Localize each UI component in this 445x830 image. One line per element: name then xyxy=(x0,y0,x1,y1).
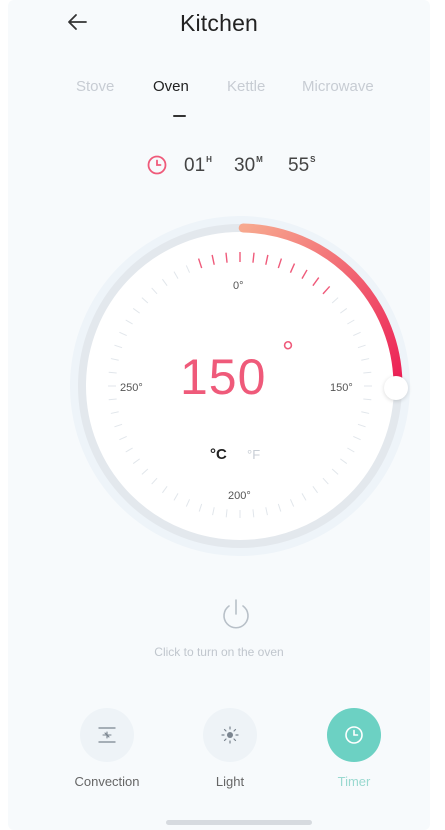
timer-seconds: 55S xyxy=(288,155,316,176)
convection-label: Convection xyxy=(74,774,140,789)
dial-label-bottom: 200° xyxy=(228,490,251,502)
dial-handle[interactable] xyxy=(384,376,408,400)
temperature-dial[interactable]: 0° 250° 150° 200° 150 ° °C °F xyxy=(68,214,412,558)
light-label: Light xyxy=(215,774,245,789)
unit-fahrenheit-toggle[interactable]: °F xyxy=(247,447,260,462)
temperature-degree-symbol: ° xyxy=(282,336,294,369)
power-hint: Click to turn on the oven xyxy=(154,645,284,659)
oven-control-screen: Kitchen Stove Oven Kettle Microwave 01H … xyxy=(8,0,430,830)
tab-microwave[interactable]: Microwave xyxy=(302,78,374,95)
convection-button[interactable] xyxy=(80,708,134,762)
clock-icon xyxy=(345,726,363,744)
tab-oven[interactable]: Oven xyxy=(153,78,189,95)
dial-label-top: 0° xyxy=(233,280,244,292)
dial-label-left: 250° xyxy=(120,382,143,394)
light-button[interactable] xyxy=(203,708,257,762)
timer-hours: 01H xyxy=(184,155,212,176)
home-indicator[interactable] xyxy=(166,820,312,825)
appliance-tabs: Stove Oven Kettle Microwave xyxy=(8,78,430,118)
page-title: Kitchen xyxy=(179,10,259,36)
active-tab-indicator xyxy=(173,115,186,117)
convection-icon xyxy=(98,727,116,743)
header: Kitchen xyxy=(8,0,430,52)
unit-celsius-toggle[interactable]: °C xyxy=(210,446,227,463)
temperature-value: 150 xyxy=(180,349,267,405)
tab-kettle[interactable]: Kettle xyxy=(227,78,265,95)
dial-label-right: 150° xyxy=(330,382,353,394)
timer-button[interactable] xyxy=(327,708,381,762)
tab-stove[interactable]: Stove xyxy=(76,78,114,95)
timer-minutes: 30M xyxy=(234,155,263,176)
power-button[interactable] xyxy=(218,596,254,634)
timer-readout: 01H 30M 55S xyxy=(8,154,430,182)
timer-label: Timer xyxy=(337,774,371,789)
clock-icon xyxy=(147,155,167,175)
light-icon xyxy=(221,726,239,744)
